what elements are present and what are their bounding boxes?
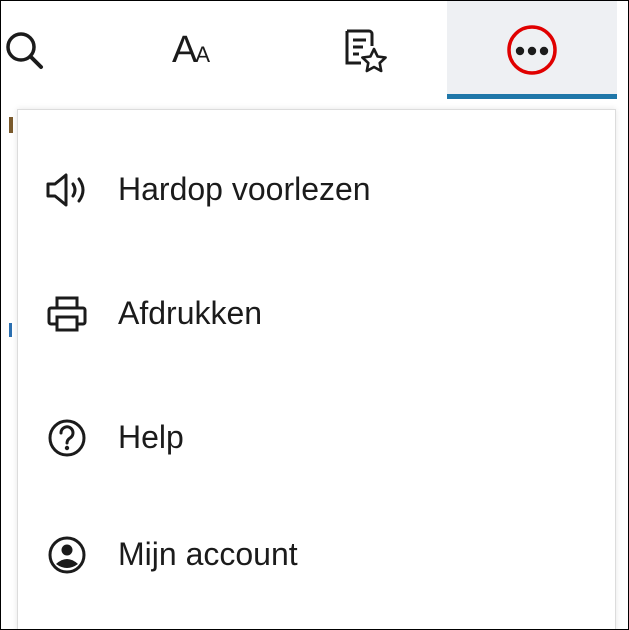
account-icon	[44, 532, 90, 578]
speaker-icon	[44, 167, 90, 213]
help-icon	[44, 415, 90, 461]
background-content-fragment	[9, 323, 12, 337]
printer-icon	[44, 291, 90, 337]
toolbar: AA	[1, 1, 628, 99]
menu-item-label: Mijn account	[118, 535, 298, 572]
menu-item-label: Help	[118, 418, 184, 455]
more-dots-icon	[502, 20, 562, 80]
menu-item-label: Hardop voorlezen	[118, 170, 371, 207]
menu-item-help[interactable]: Help	[18, 398, 615, 478]
text-size-icon: AA	[171, 28, 211, 71]
menu-item-read-aloud[interactable]: Hardop voorlezen	[18, 150, 615, 230]
more-menu: Hardop voorlezen Afdrukken Help Mijn acc…	[17, 109, 616, 629]
app-frame: AA Hardop voorlezen Afdrukken Help Mijn …	[0, 0, 629, 630]
background-content-fragment	[9, 117, 13, 133]
menu-item-print[interactable]: Afdrukken	[18, 274, 615, 354]
active-tab-indicator	[447, 94, 617, 99]
search-button[interactable]	[1, 1, 69, 99]
more-button[interactable]	[447, 1, 617, 99]
favorites-button[interactable]	[309, 1, 419, 99]
search-icon	[1, 27, 47, 73]
text-size-button[interactable]: AA	[136, 1, 246, 99]
menu-item-label: Afdrukken	[118, 294, 263, 331]
menu-item-my-account[interactable]: Mijn account	[18, 515, 615, 595]
star-list-icon	[339, 25, 389, 75]
